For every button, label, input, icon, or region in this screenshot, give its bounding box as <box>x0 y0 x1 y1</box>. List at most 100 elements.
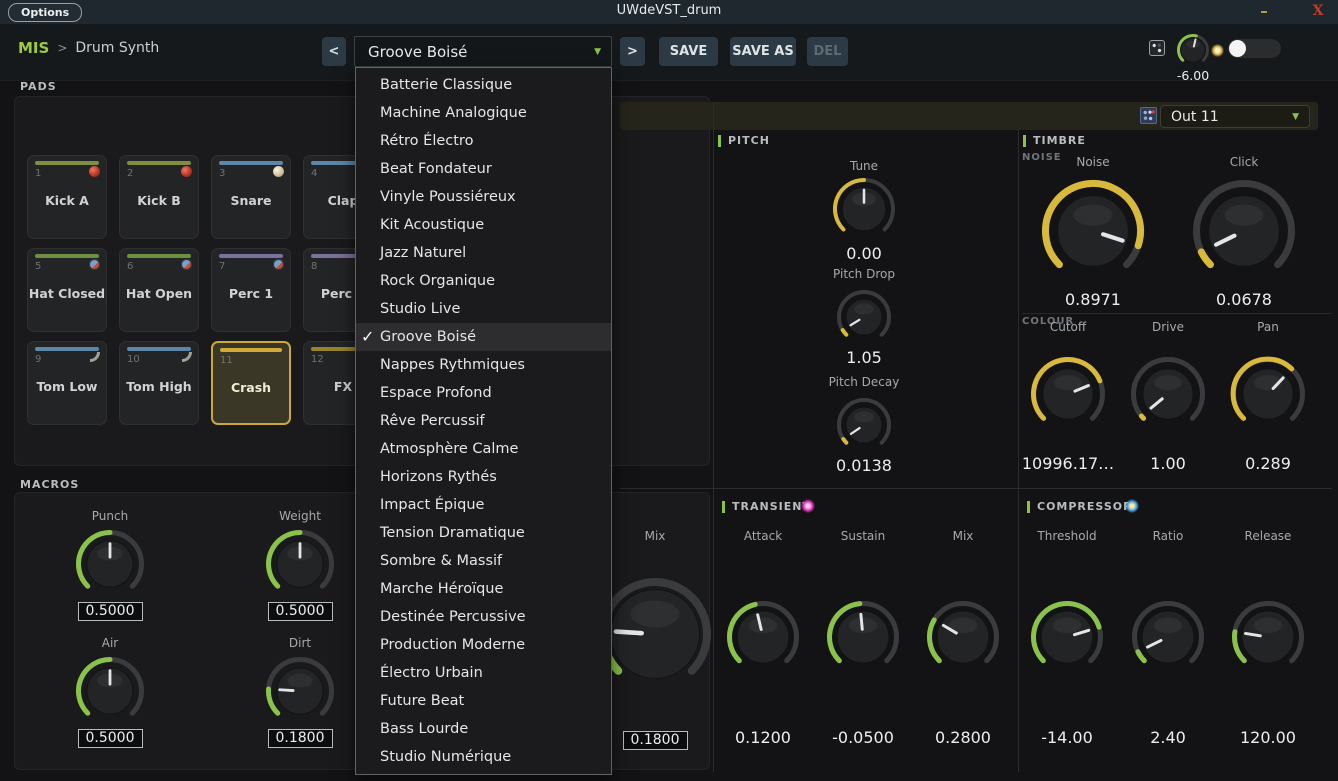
preset-combobox[interactable]: Groove Boisé ▼ <box>354 36 612 67</box>
close-button[interactable]: X <box>1308 1 1328 21</box>
knob-value[interactable]: 0.1800 <box>268 729 333 748</box>
preset-menu-item[interactable]: Future Beat <box>356 687 611 715</box>
save-button[interactable]: SAVE <box>659 37 718 66</box>
chevron-down-icon: ▼ <box>1292 112 1299 122</box>
preset-menu-item[interactable]: Impact Épique <box>356 491 611 519</box>
pad-hat-open[interactable]: 6Hat Open <box>119 248 199 332</box>
hat-icon <box>273 259 284 270</box>
volume-knob[interactable]: -6.00 <box>1128 27 1258 83</box>
preset-menu-item-label: Rêve Percussif <box>380 413 485 429</box>
preset-menu-item[interactable]: Studio Numérique <box>356 743 611 771</box>
next-preset-button[interactable]: > <box>620 37 645 66</box>
pad-number: 5 <box>35 261 41 272</box>
tune-knob[interactable]: Tune0.00 <box>799 159 929 263</box>
preset-menu-item-label: Électro Urbain <box>380 665 483 681</box>
pad-kick-b[interactable]: 2Kick B <box>119 155 199 239</box>
pad-tom-high[interactable]: 10Tom High <box>119 341 199 425</box>
knob-value[interactable]: 0.1800 <box>623 731 688 750</box>
preset-menu-item[interactable]: Jazz Naturel <box>356 239 611 267</box>
pad-hat-closed[interactable]: 5Hat Closed <box>27 248 107 332</box>
breadcrumb-root[interactable]: MIS <box>18 39 49 57</box>
knob-dial[interactable] <box>265 529 335 599</box>
pad-kick-a[interactable]: 1Kick A <box>27 155 107 239</box>
macro-punch-knob[interactable]: Punch0.5000 <box>45 509 175 621</box>
knob-dial[interactable] <box>726 600 800 674</box>
preset-menu-item[interactable]: Studio Live <box>356 295 611 323</box>
click-knob[interactable]: Click0.0678 <box>1179 155 1309 309</box>
preset-menu-item[interactable]: Batterie Classique <box>356 71 611 99</box>
preset-menu-item[interactable]: Tension Dramatique <box>356 519 611 547</box>
macro-weight-knob[interactable]: Weight0.5000 <box>235 509 365 621</box>
preset-menu-item[interactable]: Bass Lourde <box>356 715 611 743</box>
knob-dial[interactable] <box>1231 600 1305 674</box>
preset-menu-item[interactable]: Atmosphère Calme <box>356 435 611 463</box>
knob-dial[interactable] <box>1131 600 1205 674</box>
pad-color-bar <box>35 161 99 165</box>
preset-menu-item[interactable]: Vinyle Poussiéreux <box>356 183 611 211</box>
knob-dial[interactable] <box>1176 33 1210 67</box>
minimize-button[interactable]: – <box>1254 1 1274 21</box>
preset-menu-item[interactable]: Marche Héroïque <box>356 575 611 603</box>
knob-dial[interactable] <box>926 600 1000 674</box>
pad-tom-low[interactable]: 9Tom Low <box>27 341 107 425</box>
knob-dial[interactable] <box>1030 600 1104 674</box>
preset-menu-item[interactable]: Nappes Rythmiques <box>356 351 611 379</box>
pitch-drop-knob[interactable]: Pitch Drop1.05 <box>799 267 929 367</box>
release-knob[interactable]: Release120.00 <box>1203 529 1333 747</box>
knob-dial[interactable] <box>826 600 900 674</box>
preset-menu-item[interactable]: Électro Urbain <box>356 659 611 687</box>
knob-dial[interactable] <box>1130 356 1206 432</box>
macro-dirt-knob[interactable]: Dirt 0.1800 <box>235 636 365 748</box>
prev-preset-button[interactable]: < <box>322 37 346 66</box>
section-accent-bar <box>718 135 721 147</box>
preset-menu-item-label: Sombre & Massif <box>380 553 502 569</box>
knob-dial[interactable] <box>1192 179 1296 283</box>
knob-dial[interactable] <box>1030 356 1106 432</box>
preset-menu-item[interactable]: Kit Acoustique <box>356 211 611 239</box>
preset-menu-item[interactable]: Beat Fondateur <box>356 155 611 183</box>
pad-snare[interactable]: 3Snare <box>211 155 291 239</box>
noise-knob[interactable]: Noise0.8971 <box>1028 155 1158 309</box>
macro-air-knob[interactable]: Air0.5000 <box>45 636 175 748</box>
preset-menu-item[interactable]: Destinée Percussive <box>356 603 611 631</box>
save-as-button[interactable]: SAVE AS <box>730 37 796 66</box>
knob-value: 1.00 <box>1150 454 1186 473</box>
compressor-sparkle-icon <box>1125 499 1139 513</box>
knob-dial[interactable] <box>1041 179 1145 283</box>
preset-menu-item-label: Jazz Naturel <box>380 245 466 261</box>
pad-perc-1[interactable]: 7Perc 1 <box>211 248 291 332</box>
pad-color-bar <box>219 254 283 258</box>
knob-dial[interactable] <box>836 397 892 453</box>
preset-menu-item-label: Horizons Rythés <box>380 469 497 485</box>
knob-value[interactable]: 0.5000 <box>78 729 143 748</box>
output-combobox[interactable]: Out 11 ▼ <box>1160 105 1310 128</box>
preset-menu-item[interactable]: Rêve Percussif <box>356 407 611 435</box>
knob-value[interactable]: 0.5000 <box>78 602 143 621</box>
preset-menu-item[interactable]: Production Moderne <box>356 631 611 659</box>
knob-value[interactable]: 0.5000 <box>268 602 333 621</box>
preset-menu-item-label: Nappes Rythmiques <box>380 357 525 373</box>
knob-dial[interactable] <box>75 656 145 726</box>
knob-label: Dirt <box>289 636 311 650</box>
preset-menu-item[interactable]: Rétro Électro <box>356 127 611 155</box>
pan-knob[interactable]: Pan0.289 <box>1203 320 1333 473</box>
preset-menu-item-label: Studio Numérique <box>380 749 511 765</box>
pad-crash[interactable]: 11Crash <box>211 341 291 425</box>
preset-menu-item[interactable]: Sombre & Massif <box>356 547 611 575</box>
preset-menu-item[interactable]: Rock Organique <box>356 267 611 295</box>
pad-number: 7 <box>219 261 225 272</box>
pad-number: 12 <box>311 354 324 365</box>
pad-number: 11 <box>220 355 233 366</box>
knob-dial[interactable] <box>265 656 335 726</box>
knob-dial[interactable] <box>75 529 145 599</box>
preset-menu-item[interactable]: Horizons Rythés <box>356 463 611 491</box>
knob-dial[interactable] <box>832 177 896 241</box>
preset-menu-item[interactable]: Espace Profond <box>356 379 611 407</box>
delete-preset-button[interactable]: DEL <box>807 37 848 66</box>
pitch-decay-knob[interactable]: Pitch Decay0.0138 <box>799 375 929 475</box>
preset-menu-item[interactable]: ✓Groove Boisé <box>356 323 611 351</box>
knob-dial[interactable] <box>598 577 712 691</box>
knob-dial[interactable] <box>836 289 892 345</box>
knob-dial[interactable] <box>1230 356 1306 432</box>
preset-menu-item[interactable]: Machine Analogique <box>356 99 611 127</box>
